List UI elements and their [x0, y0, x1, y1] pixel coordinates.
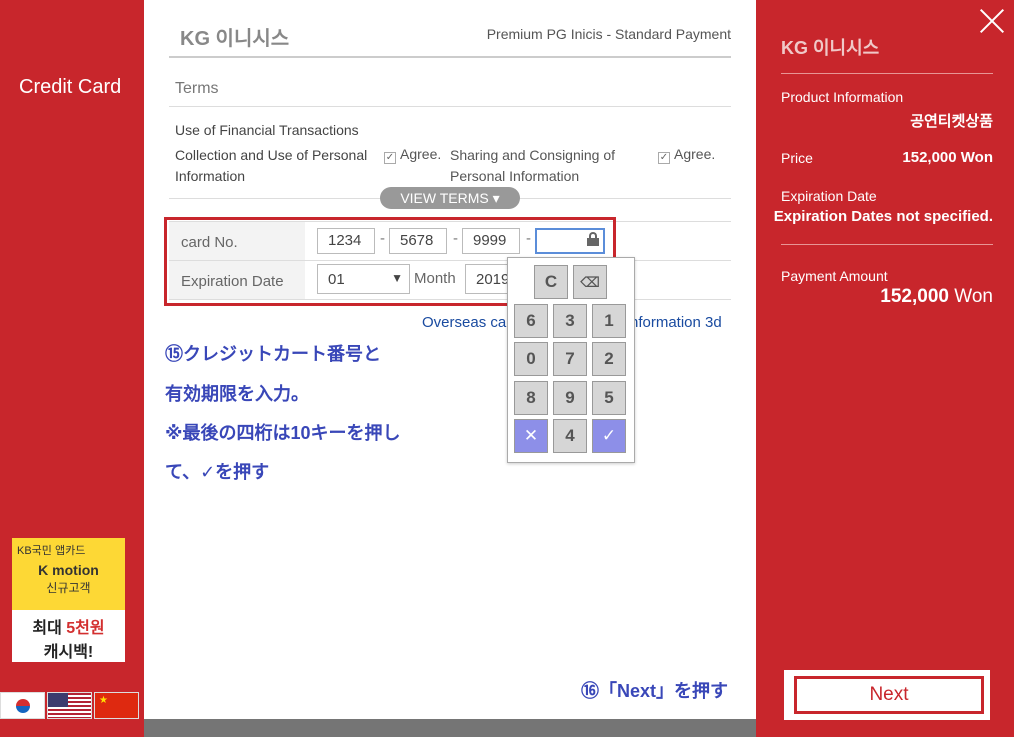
- inicis-logo: KG 이니시스: [781, 38, 880, 58]
- keypad-key[interactable]: 2: [592, 342, 626, 376]
- payment-form-panel: KG 이니시스 Premium PG Inicis - Standard Pay…: [144, 0, 756, 737]
- keypad-clear-button[interactable]: C: [534, 265, 568, 299]
- keypad-cancel-icon[interactable]: ✕: [514, 419, 548, 453]
- sharing-terms-label: Sharing and Consigning of Personal Infor…: [450, 147, 616, 184]
- keypad-key[interactable]: 8: [514, 381, 548, 415]
- overseas-card-link-tail[interactable]: nformation 3d: [630, 314, 722, 331]
- keypad-key[interactable]: 3: [553, 304, 587, 338]
- china-flag-icon[interactable]: ★: [94, 692, 139, 719]
- keypad-key[interactable]: 4: [553, 419, 587, 453]
- instruction-note-15-line3: ※最後の四桁は10キーを押し: [165, 423, 401, 443]
- next-button[interactable]: Next: [784, 670, 990, 720]
- order-summary-panel: KG 이니시스 Product Information 공연티켓상품 Price…: [756, 0, 1014, 737]
- divider: [781, 73, 993, 74]
- expiration-date-label: Expiration Date: [781, 188, 877, 204]
- product-info-label: Product Information: [781, 89, 904, 105]
- keypad-key[interactable]: 0: [514, 342, 548, 376]
- keypad-backspace-icon[interactable]: ⌫: [573, 265, 607, 299]
- overseas-card-link[interactable]: Overseas car: [422, 314, 511, 331]
- korea-flag-icon[interactable]: [0, 692, 45, 719]
- banner-line2: K motion: [38, 562, 99, 578]
- instruction-note-16: ⑯「Next」を押す: [581, 681, 729, 701]
- instruction-note-15-line2: 有効期限を入力。: [165, 384, 309, 404]
- collection-terms-label: Collection and Use of Personal Informati…: [175, 147, 368, 184]
- checkbox-check-icon: ✓: [658, 152, 670, 164]
- view-terms-button[interactable]: VIEW TERMS ▾: [380, 187, 520, 209]
- keypad-confirm-icon[interactable]: ✓: [592, 419, 626, 453]
- price-value: 152,000 Won: [902, 149, 993, 166]
- inicis-logo: KG 이니시스: [180, 28, 290, 50]
- keypad-key[interactable]: 7: [553, 342, 587, 376]
- header-subtitle: Premium PG Inicis - Standard Payment: [486, 26, 731, 42]
- bottom-bar: [144, 719, 756, 737]
- close-icon[interactable]: [978, 7, 1006, 35]
- language-flags: ★: [0, 692, 141, 719]
- terms-section-header: Terms: [169, 73, 731, 107]
- instruction-note-15-line4: て、✓を押す: [165, 462, 270, 482]
- payment-amount-value: 152,000 Won: [880, 286, 993, 307]
- keypad-key[interactable]: 5: [592, 381, 626, 415]
- usa-flag-icon[interactable]: [47, 692, 92, 719]
- banner-line5: 캐시백!: [43, 644, 94, 661]
- next-button-label: Next: [794, 676, 984, 714]
- agree-collection-checkbox[interactable]: ✓ Agree.: [384, 146, 441, 164]
- financial-terms-label: Use of Financial Transactions: [175, 122, 359, 138]
- price-label: Price: [781, 150, 813, 166]
- checkbox-check-icon: ✓: [384, 152, 396, 164]
- payment-amount-label: Payment Amount: [781, 268, 888, 284]
- product-info-value: 공연티켓상품: [910, 113, 993, 130]
- left-panel: Credit Card KB국민 앱카드 K motion 신규고객 최대 5천…: [0, 0, 144, 737]
- expiration-date-value: Expiration Dates not specified.: [773, 208, 993, 225]
- keypad-key[interactable]: 6: [514, 304, 548, 338]
- payment-method-title: Credit Card: [19, 76, 122, 98]
- secure-keypad: C ⌫ 6 3 1 0 7 2 8 9 5 ✕ 4 ✓: [507, 257, 635, 463]
- banner-line1: KB국민 앱카드: [17, 545, 86, 557]
- banner-line4: 최대 5천원: [32, 620, 105, 637]
- form-header: KG 이니시스 Premium PG Inicis - Standard Pay…: [169, 20, 731, 58]
- promo-banner[interactable]: KB국민 앱카드 K motion 신규고객 최대 5천원 캐시백!: [12, 538, 125, 662]
- keypad-key[interactable]: 9: [553, 381, 587, 415]
- agree-sharing-checkbox[interactable]: ✓ Agree.: [658, 146, 715, 164]
- terms-title: Terms: [175, 80, 219, 97]
- divider: [781, 244, 993, 245]
- instruction-note-15-line1: ⑮クレジットカート番号と: [165, 344, 381, 364]
- banner-line3: 신규고객: [46, 581, 91, 595]
- keypad-key[interactable]: 1: [592, 304, 626, 338]
